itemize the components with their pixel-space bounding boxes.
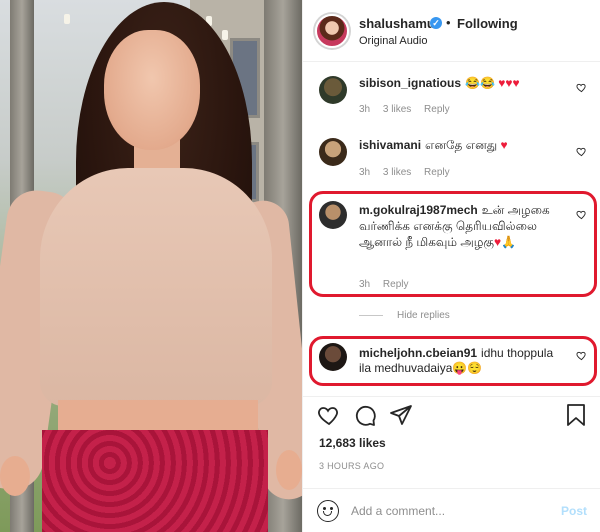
- comment-username[interactable]: ishivamani: [359, 138, 421, 152]
- hide-replies-button[interactable]: Hide replies: [359, 310, 450, 321]
- comment-icon[interactable]: [353, 403, 377, 427]
- commenter-avatar[interactable]: [319, 343, 347, 371]
- heart-icon[interactable]: [317, 403, 341, 427]
- comment-hearts: ♥🙏: [493, 235, 517, 249]
- emoji-icon[interactable]: [317, 500, 339, 522]
- commenter-avatar[interactable]: [319, 138, 347, 166]
- comment-username[interactable]: m.gokulraj1987mech: [359, 203, 478, 217]
- heart-icon[interactable]: [576, 146, 587, 157]
- divider: [359, 314, 383, 316]
- post-button[interactable]: Post: [561, 504, 587, 518]
- hide-replies-label: Hide replies: [397, 310, 450, 321]
- share-icon[interactable]: [389, 403, 413, 427]
- comments-panel: shalushamu ✓ • Following Original Audio …: [302, 0, 600, 532]
- verified-badge-icon: ✓: [430, 17, 442, 29]
- post-header: shalushamu ✓ • Following Original Audio: [303, 0, 600, 62]
- post-timestamp: 3 HOURS AGO: [319, 461, 385, 471]
- comment-text: 😂😂: [465, 76, 495, 90]
- comment-username[interactable]: micheljohn.cbeian91: [359, 346, 477, 360]
- comment-emoji: 😛😌: [452, 361, 483, 375]
- comment-time: 3h: [359, 104, 371, 115]
- add-comment-bar: Post: [303, 488, 600, 532]
- commenter-avatar[interactable]: [319, 201, 347, 229]
- action-bar: [303, 396, 600, 432]
- separator-dot: •: [446, 15, 451, 30]
- heart-icon[interactable]: [576, 209, 587, 220]
- like-count[interactable]: 12,683 likes: [319, 436, 386, 450]
- comment-time: 3h: [359, 279, 371, 290]
- reply-button[interactable]: Reply: [383, 279, 409, 290]
- author-username[interactable]: shalushamu: [359, 16, 435, 31]
- comment-text: எனதே எனது: [425, 138, 498, 152]
- heart-icon[interactable]: [576, 350, 587, 361]
- comment-username[interactable]: sibison_ignatious: [359, 76, 461, 90]
- audio-link[interactable]: Original Audio: [359, 35, 428, 47]
- reply-button[interactable]: Reply: [424, 167, 450, 178]
- author-avatar[interactable]: [315, 14, 349, 48]
- comment-time: 3h: [359, 167, 371, 178]
- comment-input[interactable]: [351, 501, 541, 521]
- comment-hearts: ♥: [500, 138, 508, 152]
- comment-hearts: ♥♥♥: [498, 76, 520, 90]
- comment-likes[interactable]: 3 likes: [383, 167, 411, 178]
- reply-button[interactable]: Reply: [424, 104, 450, 115]
- post-photo: [0, 0, 302, 532]
- comment-likes[interactable]: 3 likes: [383, 104, 411, 115]
- following-button[interactable]: Following: [457, 16, 518, 31]
- commenter-avatar[interactable]: [319, 76, 347, 104]
- bookmark-icon[interactable]: [565, 403, 587, 427]
- heart-icon[interactable]: [576, 82, 587, 93]
